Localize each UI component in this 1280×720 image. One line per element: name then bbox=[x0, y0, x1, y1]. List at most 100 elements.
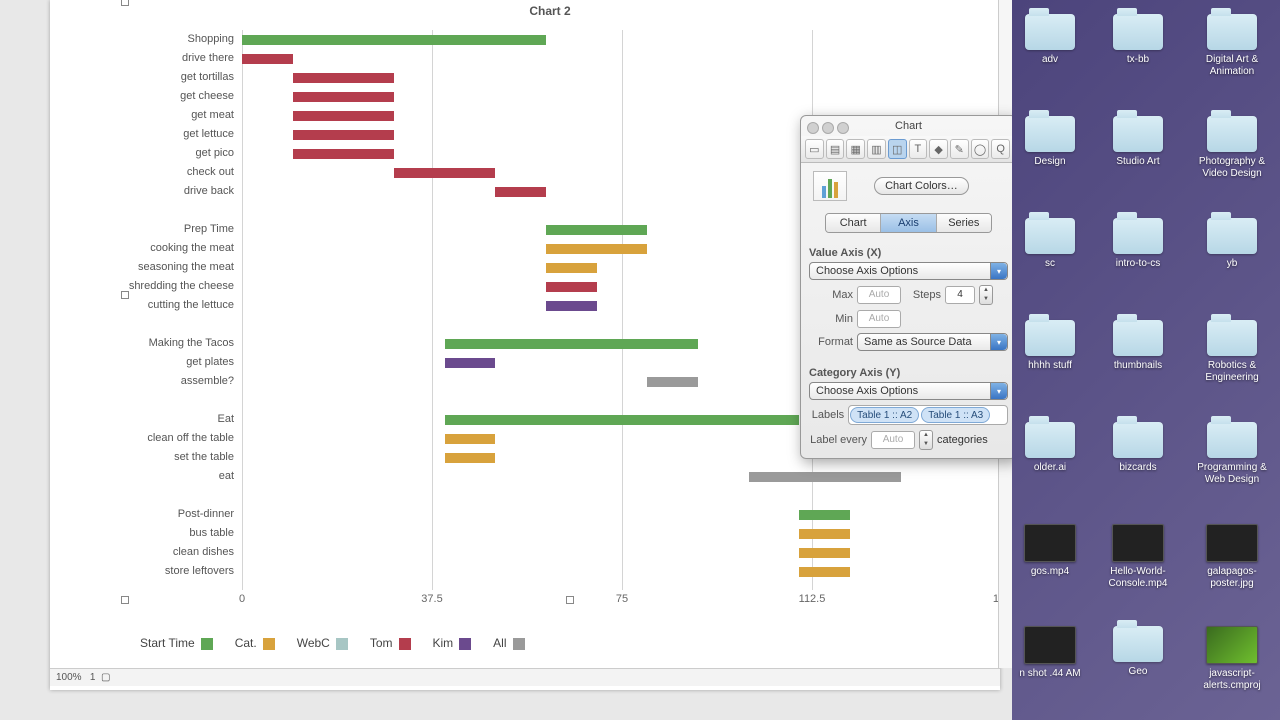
desktop-item[interactable]: thumbnails bbox=[1100, 314, 1176, 410]
bar-segment[interactable] bbox=[445, 453, 496, 463]
zoom-level[interactable]: 100% bbox=[56, 672, 82, 683]
desktop-item[interactable]: Programming & Web Design bbox=[1194, 416, 1270, 512]
metrics-inspector-icon[interactable]: ✎ bbox=[950, 139, 969, 159]
desktop-item-label: javascript-alerts.cmproj bbox=[1194, 668, 1270, 692]
bar-segment[interactable] bbox=[242, 54, 293, 64]
desktop-item[interactable]: sc bbox=[1012, 212, 1088, 308]
desktop-item[interactable]: bizcards bbox=[1100, 416, 1176, 512]
desktop-item[interactable]: Geo bbox=[1100, 620, 1176, 716]
bar-segment[interactable] bbox=[546, 282, 597, 292]
bar-segment[interactable] bbox=[445, 434, 496, 444]
bar-segment[interactable] bbox=[293, 92, 394, 102]
chart-row bbox=[242, 543, 1002, 562]
bar-segment[interactable] bbox=[495, 187, 546, 197]
chart-colors-button[interactable]: Chart Colors… bbox=[874, 177, 969, 195]
desktop-item[interactable]: javascript-alerts.cmproj bbox=[1194, 620, 1270, 716]
bar-segment[interactable] bbox=[546, 263, 597, 273]
desktop-item[interactable]: Hello-World-Console.mp4 bbox=[1100, 518, 1176, 614]
bar-segment[interactable] bbox=[546, 225, 647, 235]
desktop-item-label: Programming & Web Design bbox=[1194, 462, 1270, 486]
folder-icon bbox=[1207, 320, 1257, 356]
bar-segment[interactable] bbox=[445, 415, 800, 425]
window-controls[interactable] bbox=[807, 121, 852, 141]
bar-segment[interactable] bbox=[799, 548, 850, 558]
desktop-item[interactable]: older.ai bbox=[1012, 416, 1088, 512]
label-token[interactable]: Table 1 :: A2 bbox=[850, 407, 919, 423]
inspector-tab-axis[interactable]: Axis bbox=[881, 214, 936, 232]
bar-segment[interactable] bbox=[293, 130, 394, 140]
desktop-item-label: Geo bbox=[1129, 666, 1148, 678]
bar-segment[interactable] bbox=[799, 510, 850, 520]
desktop-item[interactable]: Design bbox=[1012, 110, 1088, 206]
desktop-item[interactable]: Robotics & Engineering bbox=[1194, 314, 1270, 410]
steps-input[interactable]: 4 bbox=[945, 286, 975, 304]
desktop-item[interactable]: adv bbox=[1012, 8, 1088, 104]
chart-legend[interactable]: Start Time Cat. WebC Tom Kim All bbox=[140, 636, 547, 650]
desktop-item[interactable]: galapagos-poster.jpg bbox=[1194, 518, 1270, 614]
desktop-item[interactable]: yb bbox=[1194, 212, 1270, 308]
y-category-label: get meat bbox=[115, 106, 240, 125]
desktop-background[interactable]: advDesignschhhh stuffolder.aigos.mp4n sh… bbox=[1012, 0, 1280, 720]
steps-stepper[interactable]: ▲▼ bbox=[979, 285, 993, 305]
legend-item[interactable]: WebC bbox=[297, 636, 348, 650]
inspector-tab-chart[interactable]: Chart bbox=[826, 214, 881, 232]
selection-handle[interactable] bbox=[121, 596, 129, 604]
legend-item[interactable]: Cat. bbox=[235, 636, 275, 650]
hyperlink-inspector-icon[interactable]: ◯ bbox=[971, 139, 990, 159]
chart-type-popup[interactable] bbox=[813, 171, 847, 201]
desktop-item[interactable]: Studio Art bbox=[1100, 110, 1176, 206]
category-axis-options-popup[interactable]: Choose Axis Options▾ bbox=[809, 382, 1008, 400]
value-axis-options-popup[interactable]: Choose Axis Options▾ bbox=[809, 262, 1008, 280]
min-input[interactable]: Auto bbox=[857, 310, 901, 328]
max-input[interactable]: Auto bbox=[857, 286, 901, 304]
desktop-item[interactable]: hhhh stuff bbox=[1012, 314, 1088, 410]
y-category-label: drive back bbox=[115, 182, 240, 201]
bar-segment[interactable] bbox=[293, 149, 394, 159]
selection-handle[interactable] bbox=[121, 0, 129, 6]
inspector-tabs[interactable]: ChartAxisSeries bbox=[825, 213, 992, 233]
sheet-number[interactable]: 1 bbox=[90, 672, 96, 683]
chart-inspector-icon[interactable]: ◫ bbox=[888, 139, 907, 159]
document-inspector-icon[interactable]: ▭ bbox=[805, 139, 824, 159]
desktop-item[interactable]: tx-bb bbox=[1100, 8, 1176, 104]
label-token[interactable]: Table 1 :: A3 bbox=[921, 407, 990, 423]
desktop-item-label: yb bbox=[1227, 258, 1238, 270]
inspector-panel[interactable]: Chart ▭ ▤ ▦ ▥ ◫ T ◆ ✎ ◯ Q Chart Colors… … bbox=[800, 115, 1017, 459]
legend-item[interactable]: Kim bbox=[433, 636, 472, 650]
bar-segment[interactable] bbox=[445, 358, 496, 368]
bar-segment[interactable] bbox=[293, 111, 394, 121]
desktop-item[interactable]: Digital Art & Animation bbox=[1194, 8, 1270, 104]
bar-segment[interactable] bbox=[445, 339, 698, 349]
sheet-inspector-icon[interactable]: ▤ bbox=[826, 139, 845, 159]
bar-segment[interactable] bbox=[293, 73, 394, 83]
bar-segment[interactable] bbox=[546, 301, 597, 311]
legend-item[interactable]: Start Time bbox=[140, 636, 213, 650]
desktop-item[interactable]: intro-to-cs bbox=[1100, 212, 1176, 308]
bar-segment[interactable] bbox=[394, 168, 495, 178]
y-category-label: eat bbox=[115, 467, 240, 486]
legend-item[interactable]: All bbox=[493, 636, 524, 650]
inspector-tab-series[interactable]: Series bbox=[937, 214, 991, 232]
bar-segment[interactable] bbox=[749, 472, 901, 482]
format-popup[interactable]: Same as Source Data▾ bbox=[857, 333, 1008, 351]
bar-segment[interactable] bbox=[799, 567, 850, 577]
chart-title[interactable]: Chart 2 bbox=[115, 4, 985, 18]
label-every-input[interactable]: Auto bbox=[871, 431, 915, 449]
labels-token-field[interactable]: Table 1 :: A2 Table 1 :: A3 bbox=[848, 405, 1008, 425]
legend-item[interactable]: Tom bbox=[370, 636, 411, 650]
desktop-item[interactable]: n shot .44 AM bbox=[1012, 620, 1088, 716]
table-inspector-icon[interactable]: ▦ bbox=[846, 139, 865, 159]
bar-segment[interactable] bbox=[647, 377, 698, 387]
selection-handle[interactable] bbox=[566, 596, 574, 604]
label-every-stepper[interactable]: ▲▼ bbox=[919, 430, 933, 450]
text-inspector-icon[interactable]: T bbox=[909, 139, 928, 159]
desktop-item[interactable]: gos.mp4 bbox=[1012, 518, 1088, 614]
graphic-inspector-icon[interactable]: ◆ bbox=[929, 139, 948, 159]
inspector-title[interactable]: Chart bbox=[801, 116, 1016, 136]
bar-segment[interactable] bbox=[242, 35, 546, 45]
bar-segment[interactable] bbox=[799, 529, 850, 539]
cell-inspector-icon[interactable]: ▥ bbox=[867, 139, 886, 159]
desktop-item[interactable]: Photography & Video Design bbox=[1194, 110, 1270, 206]
quicktime-inspector-icon[interactable]: Q bbox=[991, 139, 1010, 159]
bar-segment[interactable] bbox=[546, 244, 647, 254]
